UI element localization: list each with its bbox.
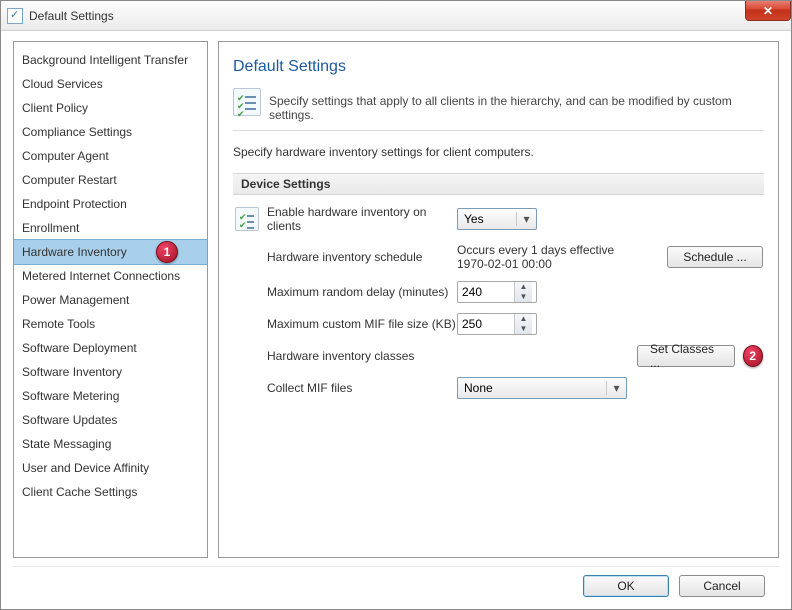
sidebar-item-compliance-settings[interactable]: Compliance Settings: [14, 120, 207, 144]
sidebar-item-label: User and Device Affinity: [22, 461, 149, 475]
sidebar-item-software-updates[interactable]: Software Updates: [14, 408, 207, 432]
sidebar-item-cloud-services[interactable]: Cloud Services: [14, 72, 207, 96]
sidebar-item-computer-restart[interactable]: Computer Restart: [14, 168, 207, 192]
combo-enable-hardware-inventory[interactable]: Yes ▾: [457, 208, 537, 230]
sidebar-item-label: Computer Agent: [22, 149, 109, 163]
chevron-down-icon: ▾: [516, 212, 532, 226]
label-hardware-inventory-classes: Hardware inventory classes: [267, 349, 457, 363]
label-max-mif-size: Maximum custom MIF file size (KB): [267, 317, 457, 331]
sidebar-item-client-cache-settings[interactable]: Client Cache Settings: [14, 480, 207, 504]
spinner-max-mif-size[interactable]: ▲▼: [457, 313, 537, 335]
sidebar-item-label: Cloud Services: [22, 77, 103, 91]
page-sub-description: Specify hardware inventory settings for …: [233, 145, 764, 159]
annotation-badge-2: 2: [743, 345, 763, 367]
sidebar-item-label: Remote Tools: [22, 317, 95, 331]
app-icon: [7, 8, 23, 24]
sidebar-item-label: Power Management: [22, 293, 129, 307]
sidebar-item-label: Hardware Inventory: [22, 245, 127, 259]
sidebar-item-label: Enrollment: [22, 221, 79, 235]
sidebar-item-label: State Messaging: [22, 437, 111, 451]
sidebar: Background Intelligent Transfer Cloud Se…: [13, 41, 208, 558]
sidebar-item-label: Compliance Settings: [22, 125, 132, 139]
window-title: Default Settings: [29, 9, 114, 23]
set-classes-button[interactable]: Set Classes ...: [637, 345, 735, 367]
sidebar-item-client-policy[interactable]: Client Policy: [14, 96, 207, 120]
sidebar-item-metered-internet-connections[interactable]: Metered Internet Connections: [14, 264, 207, 288]
chevron-down-icon: ▾: [606, 381, 622, 395]
ok-button[interactable]: OK: [583, 575, 669, 597]
sidebar-item-label: Background Intelligent Transfer: [22, 53, 188, 67]
sidebar-item-background-intelligent-transfer[interactable]: Background Intelligent Transfer: [14, 48, 207, 72]
separator: [233, 130, 764, 131]
label-enable-hardware-inventory: Enable hardware inventory on clients: [267, 205, 457, 233]
chevron-up-icon: ▲: [515, 314, 532, 324]
sidebar-item-label: Software Inventory: [22, 365, 122, 379]
chevron-up-icon: ▲: [515, 282, 532, 292]
schedule-summary: Occurs every 1 days effective 1970-02-01…: [457, 243, 637, 271]
main-panel: Default Settings ✔✔✔ Specify settings th…: [218, 41, 779, 558]
section-header: Device Settings: [233, 173, 764, 195]
label-hardware-inventory-schedule: Hardware inventory schedule: [267, 250, 457, 264]
annotation-badge-1: 1: [156, 241, 178, 263]
page-description: Specify settings that apply to all clien…: [269, 88, 764, 122]
content-area: Background Intelligent Transfer Cloud Se…: [1, 31, 791, 566]
spinner-arrows[interactable]: ▲▼: [514, 282, 532, 302]
sidebar-item-software-metering[interactable]: Software Metering: [14, 384, 207, 408]
sidebar-item-remote-tools[interactable]: Remote Tools: [14, 312, 207, 336]
label-collect-mif-files: Collect MIF files: [267, 381, 457, 395]
dialog-footer: OK Cancel: [13, 566, 779, 609]
sidebar-item-label: Software Deployment: [22, 341, 137, 355]
cancel-button[interactable]: Cancel: [679, 575, 765, 597]
chevron-down-icon: ▼: [515, 324, 532, 334]
close-icon: ✕: [763, 4, 773, 18]
sidebar-item-endpoint-protection[interactable]: Endpoint Protection: [14, 192, 207, 216]
sidebar-item-label: Software Metering: [22, 389, 119, 403]
spinner-arrows[interactable]: ▲▼: [514, 314, 532, 334]
checklist-icon: ✔✔: [235, 207, 259, 231]
settings-grid: ✔✔ Enable hardware inventory on clients …: [233, 195, 764, 399]
schedule-button[interactable]: Schedule ...: [667, 246, 763, 268]
sidebar-item-enrollment[interactable]: Enrollment: [14, 216, 207, 240]
titlebar: Default Settings ✕: [1, 1, 791, 31]
combo-value: Yes: [464, 212, 484, 226]
sidebar-item-label: Client Policy: [22, 101, 88, 115]
spinner-input[interactable]: [458, 282, 514, 302]
close-button[interactable]: ✕: [745, 1, 791, 21]
sidebar-item-label: Client Cache Settings: [22, 485, 137, 499]
chevron-down-icon: ▼: [515, 292, 532, 302]
combo-value: None: [464, 381, 493, 395]
sidebar-item-label: Software Updates: [22, 413, 117, 427]
sidebar-item-state-messaging[interactable]: State Messaging: [14, 432, 207, 456]
checklist-icon: ✔✔✔: [233, 88, 261, 116]
sidebar-item-label: Endpoint Protection: [22, 197, 127, 211]
sidebar-item-software-deployment[interactable]: Software Deployment: [14, 336, 207, 360]
page-heading: Default Settings: [233, 58, 764, 76]
sidebar-item-user-and-device-affinity[interactable]: User and Device Affinity: [14, 456, 207, 480]
label-max-random-delay: Maximum random delay (minutes): [267, 285, 457, 299]
sidebar-item-hardware-inventory[interactable]: Hardware Inventory 1: [14, 239, 207, 265]
sidebar-item-label: Computer Restart: [22, 173, 117, 187]
sidebar-item-label: Metered Internet Connections: [22, 269, 180, 283]
sidebar-item-computer-agent[interactable]: Computer Agent: [14, 144, 207, 168]
sidebar-item-power-management[interactable]: Power Management: [14, 288, 207, 312]
sidebar-item-software-inventory[interactable]: Software Inventory: [14, 360, 207, 384]
spinner-max-random-delay[interactable]: ▲▼: [457, 281, 537, 303]
spinner-input[interactable]: [458, 314, 514, 334]
combo-collect-mif-files[interactable]: None ▾: [457, 377, 627, 399]
